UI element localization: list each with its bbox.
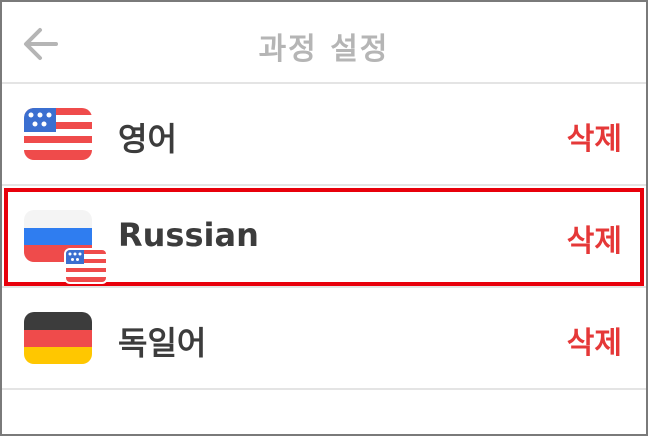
course-row-english: 영어 삭제 (2, 84, 646, 186)
us-flag-icon (64, 248, 108, 284)
delete-button[interactable]: 삭제 (567, 318, 622, 362)
course-row-german: 독일어 삭제 (2, 288, 646, 390)
delete-button[interactable]: 삭제 (567, 114, 622, 158)
course-row-russian: Russian 삭제 (2, 186, 646, 288)
delete-button[interactable]: 삭제 (567, 216, 622, 260)
course-label: 독일어 (118, 324, 207, 362)
course-label: Russian (118, 216, 259, 254)
header: 과정 설정 (2, 2, 646, 84)
course-settings-screen: 과정 설정 영어 삭제 Russian 삭제 독일어 삭제 (0, 0, 648, 436)
course-label: 영어 (118, 120, 177, 158)
germany-flag-icon (24, 312, 92, 364)
page-title: 과정 설정 (258, 32, 390, 67)
us-flag-icon (24, 108, 92, 160)
